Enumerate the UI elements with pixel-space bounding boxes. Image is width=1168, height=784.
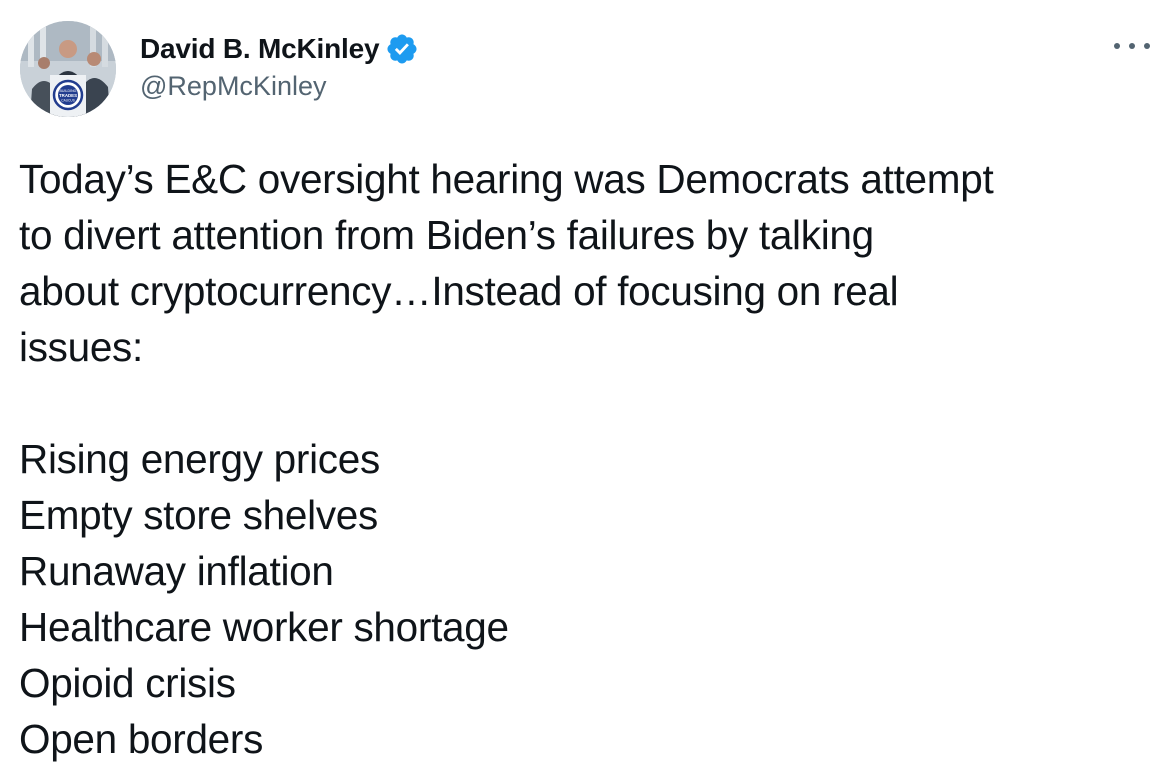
tweet-text-line: issues: [19, 324, 143, 370]
more-dot [1144, 43, 1150, 49]
avatar[interactable]: BUILDING TRADES CAUCUS [20, 21, 116, 117]
verified-badge-icon [385, 32, 419, 66]
tweet-list-item: Opioid crisis [19, 660, 236, 706]
avatar-photo: BUILDING TRADES CAUCUS [20, 21, 116, 117]
author-name-row: David B. McKinley [140, 31, 419, 67]
avatar-logo-line-3: CAUCUS [61, 99, 74, 103]
tweet-list-item: Healthcare worker shortage [19, 604, 509, 650]
tweet-text-line: about cryptocurrency…Instead of focusing… [19, 268, 899, 314]
tweet-text: Today’s E&C oversight hearing was Democr… [19, 151, 1159, 767]
tweet-text-line: Today’s E&C oversight hearing was Democr… [19, 156, 994, 202]
tweet-list-item: Runaway inflation [19, 548, 334, 594]
author-handle[interactable]: @RepMcKinley [140, 71, 326, 102]
more-dot [1129, 43, 1135, 49]
more-dot [1114, 43, 1120, 49]
tweet-list-item: Rising energy prices [19, 436, 380, 482]
tweet-list-item: Empty store shelves [19, 492, 378, 538]
tweet-text-line: to divert attention from Biden’s failure… [19, 212, 874, 258]
avatar-logo-line-2: TRADES [59, 93, 77, 98]
author-display-name[interactable]: David B. McKinley [140, 33, 380, 65]
more-options-icon[interactable] [1114, 34, 1150, 58]
tweet-card: BUILDING TRADES CAUCUS David B. McKinley… [0, 0, 1168, 784]
tweet-list-item: Open borders [19, 716, 264, 762]
